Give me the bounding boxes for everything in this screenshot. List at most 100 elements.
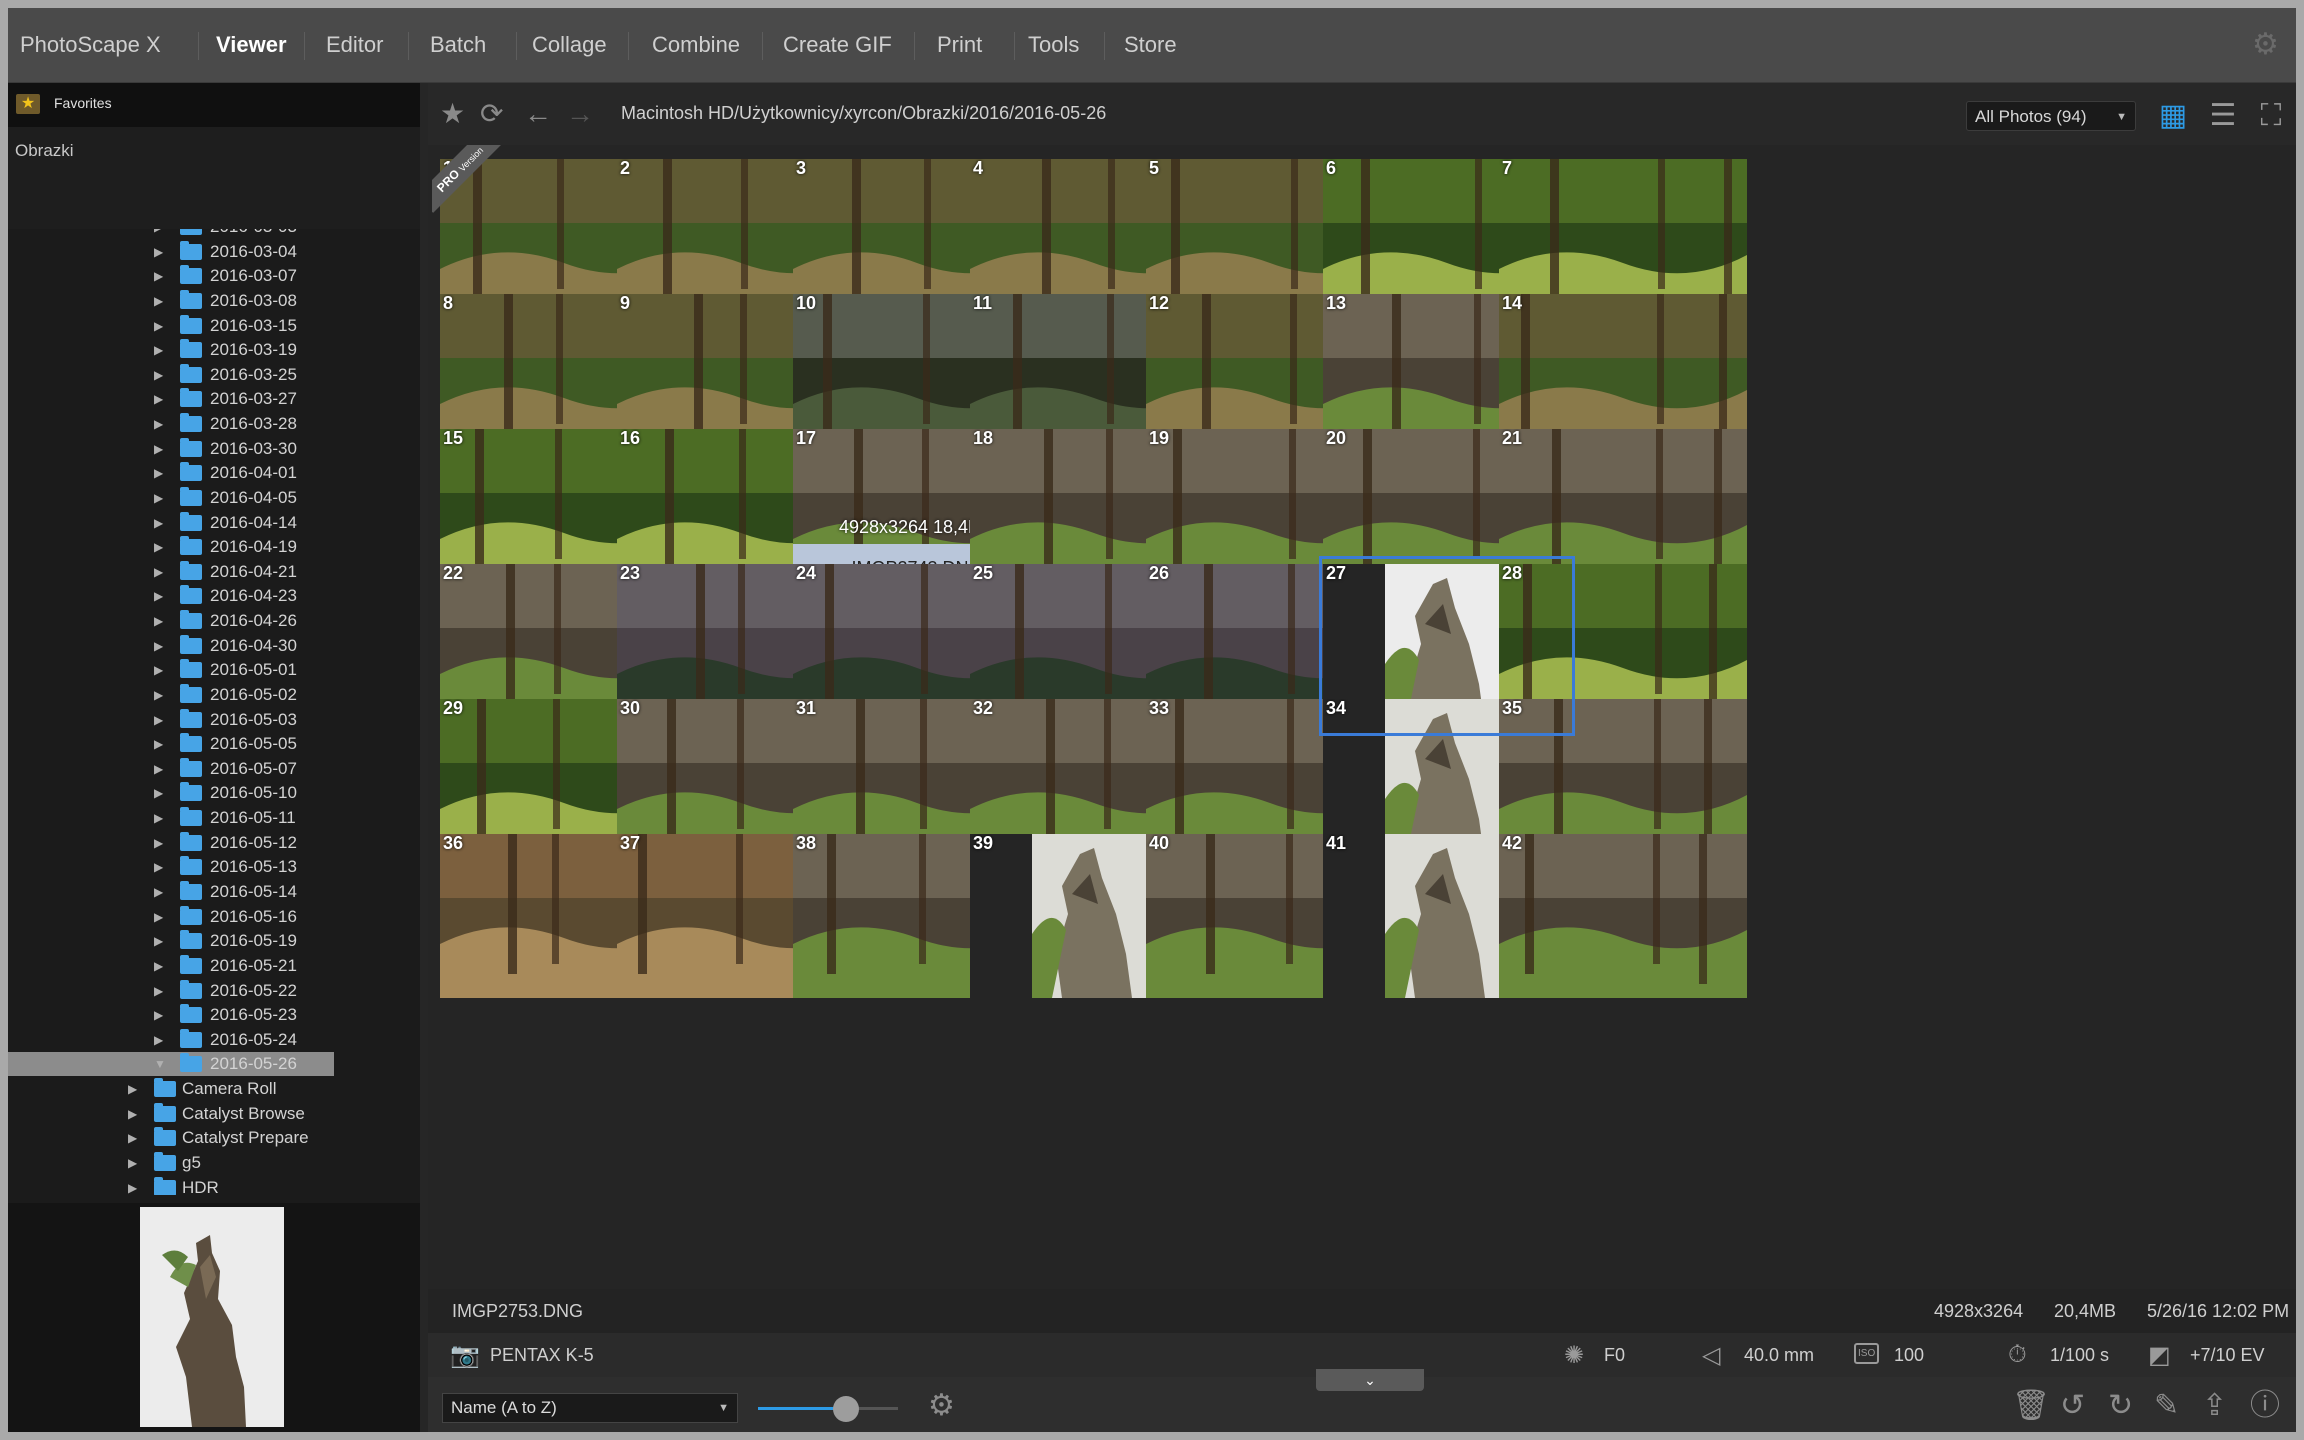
tab-combine[interactable]: Combine [652, 8, 740, 82]
disclosure-closed-icon[interactable]: ▶ [154, 387, 168, 411]
disclosure-closed-icon[interactable]: ▶ [154, 757, 168, 781]
disclosure-closed-icon[interactable]: ▶ [154, 683, 168, 707]
folder-item[interactable]: ▶ 2016-04-30 [8, 634, 420, 658]
folder-item[interactable]: ▶ 2016-05-23 [8, 1003, 420, 1027]
disclosure-closed-icon[interactable]: ▶ [154, 634, 168, 658]
back-arrow-icon[interactable]: ← [524, 99, 552, 129]
fullscreen-icon[interactable]: ⛶ [2254, 99, 2288, 133]
favorite-item-obrazki[interactable]: Obrazki [15, 141, 74, 161]
photo-filter-select[interactable]: All Photos (94) ▼ [1966, 101, 2136, 131]
disclosure-closed-icon[interactable]: ▶ [128, 1102, 142, 1126]
disclosure-closed-icon[interactable]: ▶ [128, 1176, 142, 1195]
favorite-star-icon[interactable]: ★ [440, 99, 465, 129]
disclosure-closed-icon[interactable]: ▶ [154, 905, 168, 929]
disclosure-closed-icon[interactable]: ▶ [154, 732, 168, 756]
disclosure-closed-icon[interactable]: ▶ [154, 979, 168, 1003]
disclosure-open-icon[interactable]: ▼ [154, 1052, 168, 1076]
folder-item[interactable]: ▶ 2016-04-21 [8, 560, 420, 584]
folder-item[interactable]: ▶ 2016-03-08 [8, 289, 420, 313]
folder-item[interactable]: ▶ 2016-04-05 [8, 486, 420, 510]
folder-item[interactable]: ▶ 2016-03-04 [8, 240, 420, 264]
folder-item[interactable]: ▶ 2016-05-11 [8, 806, 420, 830]
folder-item[interactable]: ▶ 2016-05-16 [8, 905, 420, 929]
folder-item[interactable]: ▶ 2016-05-02 [8, 683, 420, 707]
folder-item[interactable]: ▶ 2016-03-03 [8, 229, 420, 239]
folder-item[interactable]: ▶ 2016-03-30 [8, 437, 420, 461]
folder-item[interactable]: ▶ g5 [8, 1151, 420, 1175]
folder-item[interactable]: ▶ 2016-04-26 [8, 609, 420, 633]
folder-item[interactable]: ▶ 2016-03-27 [8, 387, 420, 411]
folder-item[interactable]: ▶ 2016-04-23 [8, 584, 420, 608]
folder-item[interactable]: ▶ 2016-05-24 [8, 1028, 420, 1052]
trash-icon[interactable]: 🗑 [2012, 1391, 2050, 1421]
disclosure-closed-icon[interactable]: ▶ [154, 880, 168, 904]
rotate-left-icon[interactable]: ↺ [2060, 1391, 2085, 1421]
folder-item[interactable]: ▶ 2016-05-22 [8, 979, 420, 1003]
slider-handle[interactable] [833, 1396, 859, 1422]
disclosure-closed-icon[interactable]: ▶ [154, 338, 168, 362]
disclosure-closed-icon[interactable]: ▶ [128, 1077, 142, 1101]
folder-item[interactable]: ▶ 2016-05-21 [8, 954, 420, 978]
folder-item[interactable]: ▶ HDR [8, 1176, 420, 1195]
disclosure-closed-icon[interactable]: ▶ [154, 264, 168, 288]
disclosure-closed-icon[interactable]: ▶ [154, 560, 168, 584]
disclosure-closed-icon[interactable]: ▶ [154, 781, 168, 805]
folder-item[interactable]: ▶ 2016-04-01 [8, 461, 420, 485]
tab-tools[interactable]: Tools [1028, 8, 1079, 82]
info-icon[interactable]: ⓘ [2250, 1391, 2280, 1421]
disclosure-closed-icon[interactable]: ▶ [154, 412, 168, 436]
forward-arrow-icon[interactable]: → [566, 99, 594, 129]
folder-item[interactable]: ▶ 2016-03-25 [8, 363, 420, 387]
disclosure-closed-icon[interactable]: ▶ [154, 831, 168, 855]
disclosure-closed-icon[interactable]: ▶ [154, 437, 168, 461]
rotate-right-icon[interactable]: ↻ [2108, 1391, 2133, 1421]
chevron-down-icon[interactable]: ⌄ [1316, 1369, 1424, 1391]
thumbnail-size-slider[interactable] [758, 1407, 898, 1410]
disclosure-closed-icon[interactable]: ▶ [154, 929, 168, 953]
photo-thumbnail[interactable]: 42 [1499, 834, 1747, 998]
folder-item[interactable]: ▶ 2016-05-14 [8, 880, 420, 904]
folder-item[interactable]: ▶ 2016-05-13 [8, 855, 420, 879]
folder-item[interactable]: ▶ 2016-05-01 [8, 658, 420, 682]
disclosure-closed-icon[interactable]: ▶ [154, 708, 168, 732]
tab-batch[interactable]: Batch [430, 8, 486, 82]
tab-collage[interactable]: Collage [532, 8, 607, 82]
disclosure-closed-icon[interactable]: ▶ [154, 1003, 168, 1027]
disclosure-closed-icon[interactable]: ▶ [154, 806, 168, 830]
disclosure-closed-icon[interactable]: ▶ [154, 363, 168, 387]
disclosure-closed-icon[interactable]: ▶ [154, 240, 168, 264]
share-icon[interactable]: ⇪ [2202, 1391, 2227, 1421]
list-view-icon[interactable]: ☰ [2206, 99, 2240, 133]
folder-item[interactable]: ▶ 2016-05-03 [8, 708, 420, 732]
disclosure-closed-icon[interactable]: ▶ [154, 609, 168, 633]
disclosure-closed-icon[interactable]: ▶ [154, 461, 168, 485]
folder-item[interactable]: ▶ Camera Roll [8, 1077, 420, 1101]
disclosure-closed-icon[interactable]: ▶ [154, 289, 168, 313]
folder-item[interactable]: ▶ 2016-03-19 [8, 338, 420, 362]
gear-icon[interactable]: ⚙ [928, 1391, 955, 1421]
tab-editor[interactable]: Editor [326, 8, 383, 82]
disclosure-closed-icon[interactable]: ▶ [154, 535, 168, 559]
tab-store[interactable]: Store [1124, 8, 1177, 82]
disclosure-closed-icon[interactable]: ▶ [154, 229, 168, 239]
folder-item[interactable]: ▶ Catalyst Prepare [8, 1126, 420, 1150]
disclosure-closed-icon[interactable]: ▶ [154, 1028, 168, 1052]
disclosure-closed-icon[interactable]: ▶ [154, 486, 168, 510]
refresh-icon[interactable]: ⟳ [480, 99, 503, 129]
disclosure-closed-icon[interactable]: ▶ [154, 314, 168, 338]
tab-photoscape-x[interactable]: PhotoScape X [20, 8, 161, 82]
folder-item[interactable]: ▶ 2016-05-07 [8, 757, 420, 781]
folder-item[interactable]: ▶ 2016-03-15 [8, 314, 420, 338]
disclosure-closed-icon[interactable]: ▶ [154, 954, 168, 978]
folder-tree[interactable]: ▶ 2016-03-03 ▶ 2016-03-04 ▶ 2016-03-07 ▶ 2016-0… [8, 229, 420, 1195]
sort-order-select[interactable]: Name (A to Z) ▼ [442, 1393, 738, 1423]
folder-item[interactable]: ▶ 2016-03-28 [8, 412, 420, 436]
folder-item[interactable]: ▶ 2016-05-19 [8, 929, 420, 953]
disclosure-closed-icon[interactable]: ▶ [128, 1151, 142, 1175]
folder-item[interactable]: ▶ 2016-05-05 [8, 732, 420, 756]
disclosure-closed-icon[interactable]: ▶ [154, 584, 168, 608]
favorites-header[interactable]: ★ Favorites [8, 83, 420, 127]
disclosure-closed-icon[interactable]: ▶ [154, 511, 168, 535]
edit-icon[interactable]: ✎ [2154, 1391, 2179, 1421]
tab-print[interactable]: Print [937, 8, 982, 82]
